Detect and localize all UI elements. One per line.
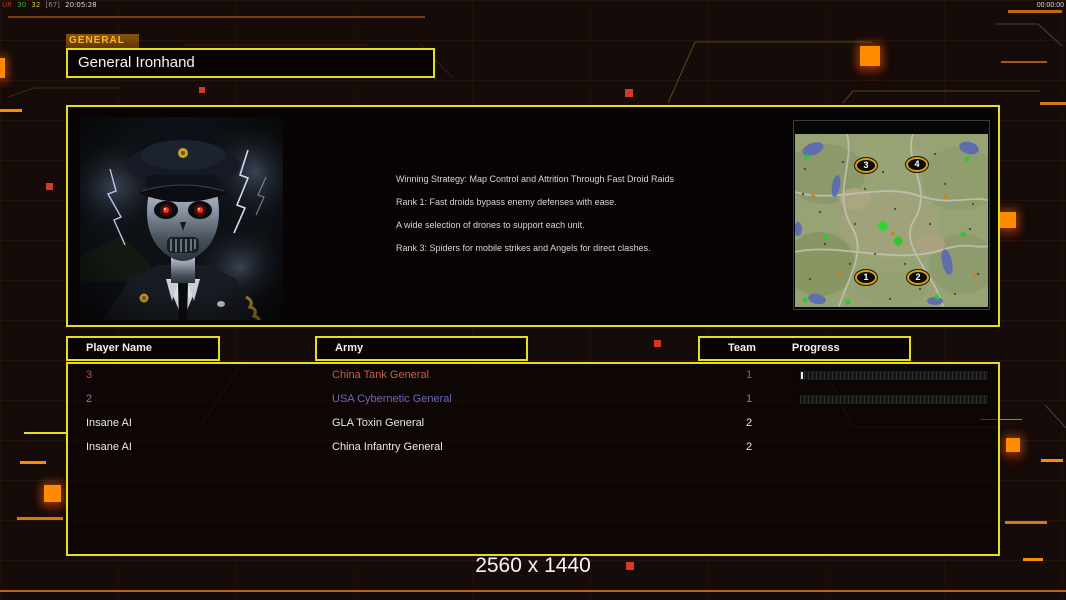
- player-team: 2: [745, 441, 753, 453]
- debug-segment: UR: [2, 1, 12, 9]
- minimap-start-marker: 4: [906, 157, 928, 172]
- minimap: 3 4 1 2: [793, 120, 990, 310]
- decor-line: [1008, 10, 1062, 13]
- decor-line: [0, 590, 1066, 592]
- player-name: 2: [86, 393, 93, 405]
- player-team: 1: [745, 369, 753, 381]
- player-name: Insane AI: [86, 441, 132, 453]
- general-portrait: [60, 117, 310, 325]
- decor-square: [199, 87, 205, 93]
- strategy-line: A wide selection of drones to support ea…: [396, 220, 585, 230]
- progress-bar: [799, 370, 989, 381]
- player-army: USA Cybernetic General: [332, 393, 452, 405]
- strategy-line: Rank 1: Fast droids bypass enemy defense…: [396, 197, 617, 207]
- minimap-start-marker: 2: [907, 270, 929, 285]
- general-name: General Ironhand: [78, 54, 195, 71]
- general-info-panel: Winning Strategy: Map Control and Attrit…: [60, 105, 1000, 327]
- decor-line: [8, 16, 425, 18]
- debug-segment: 20:05:28: [65, 1, 97, 9]
- player-name: 3: [86, 369, 93, 381]
- minimap-terrain: [795, 134, 988, 307]
- minimap-start-marker: 3: [855, 158, 877, 173]
- decor-square: [860, 46, 880, 66]
- general-name-box: General Ironhand: [66, 48, 435, 78]
- decor-square: [46, 183, 53, 190]
- decor-line: [0, 109, 22, 112]
- player-name: Insane AI: [86, 417, 132, 429]
- player-team: 2: [745, 417, 753, 429]
- decor-line: [20, 461, 46, 464]
- decor-line: [1040, 102, 1066, 105]
- strategy-text: Winning Strategy: Map Control and Attrit…: [396, 174, 692, 266]
- column-header-player-name: Player Name: [66, 336, 220, 361]
- players-table: 3 China Tank General 1 2 USA Cybernetic …: [66, 362, 1000, 556]
- resolution-label: 2560 x 1440: [475, 554, 591, 577]
- debug-segment: 32: [31, 1, 41, 9]
- player-team: 1: [745, 393, 753, 405]
- debug-segment: [67]: [45, 1, 60, 9]
- player-row: Insane AI China Infantry General 2: [68, 435, 998, 459]
- decor-line: [1005, 521, 1047, 524]
- decor-line: [1041, 459, 1063, 462]
- player-army: GLA Toxin General: [332, 417, 425, 429]
- player-row: 3 China Tank General 1: [68, 363, 998, 387]
- decor-line: [1001, 61, 1047, 63]
- general-tab-label: GENERAL: [66, 34, 139, 48]
- debug-overlay: UR 30 32 [67] 20:05:28: [2, 1, 100, 9]
- decor-line: [24, 432, 66, 434]
- decor-square: [1006, 438, 1020, 452]
- decor-square: [0, 58, 5, 78]
- strategy-line: Rank 3: Spiders for mobile strikes and A…: [396, 243, 651, 253]
- loading-screen: UR 30 32 [67] 20:05:28 00:00:00 GENERAL …: [0, 0, 1066, 600]
- robot-general-portrait-art: [60, 117, 310, 325]
- player-row: Insane AI GLA Toxin General 2: [68, 411, 998, 435]
- progress-bar: [799, 394, 989, 405]
- decor-line: [17, 517, 63, 520]
- column-header-team-progress: Team Progress: [698, 336, 911, 361]
- column-header-progress: Progress: [791, 342, 840, 354]
- player-row: 2 USA Cybernetic General 1: [68, 387, 998, 411]
- decor-square: [654, 340, 661, 347]
- column-header-team: Team: [728, 342, 756, 354]
- decor-square: [625, 89, 633, 97]
- strategy-line: Winning Strategy: Map Control and Attrit…: [396, 174, 674, 184]
- decor-square: [44, 485, 61, 502]
- progress-fill: [801, 372, 803, 379]
- decor-square: [1000, 212, 1016, 228]
- player-army: China Tank General: [332, 369, 430, 381]
- minimap-start-marker: 1: [855, 270, 877, 285]
- player-army: China Infantry General: [332, 441, 443, 453]
- column-header-army: Army: [315, 336, 528, 361]
- game-timer: 00:00:00: [1036, 2, 1064, 9]
- debug-segment: 30: [17, 1, 27, 9]
